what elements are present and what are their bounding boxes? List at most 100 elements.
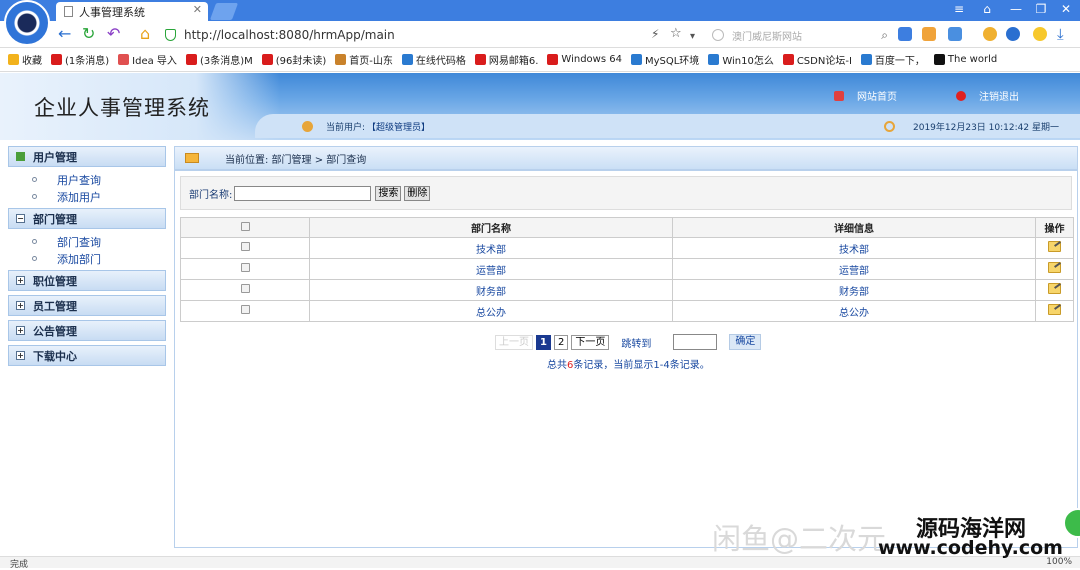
arrow-icon	[185, 153, 199, 163]
department-name-cell[interactable]: 运营部	[309, 258, 673, 280]
jump-confirm-button[interactable]: 确定	[729, 334, 762, 350]
undo-icon[interactable]: ↶	[107, 25, 120, 43]
sidebar-section-label: 下载中心	[33, 349, 77, 363]
bookmark-item[interactable]: 百度一下，	[860, 52, 925, 67]
menu-icon[interactable]: ≡	[949, 2, 969, 16]
sidebar-section-header[interactable]: + 下载中心	[8, 345, 166, 366]
bookmark-label: (3条消息)M	[199, 56, 253, 67]
jump-page-input[interactable]	[673, 334, 718, 350]
department-detail-cell[interactable]: 总公办	[672, 300, 1036, 322]
edit-icon[interactable]	[1048, 304, 1061, 315]
sidebar-section-header[interactable]: + 员工管理	[8, 295, 166, 316]
bookmark-label: (96封未读)	[275, 56, 327, 67]
new-tab-button[interactable]	[209, 3, 239, 20]
bookmark-item[interactable]: Windows 64	[547, 54, 622, 65]
bullet-icon	[32, 177, 37, 182]
sidebar-item-label: 用户查询	[57, 173, 101, 187]
extension-icon[interactable]	[898, 27, 912, 41]
user-icon	[302, 121, 313, 132]
department-name-cell[interactable]: 财务部	[309, 279, 673, 301]
bookmark-favicon-icon	[933, 54, 945, 65]
sidebar-section-label: 公告管理	[33, 324, 77, 338]
search-icon[interactable]: ⌕	[881, 28, 888, 43]
bookmark-favicon-icon	[474, 54, 486, 65]
logout-link[interactable]: 注销退出	[956, 88, 1019, 103]
delete-button[interactable]: 删除	[404, 185, 431, 201]
maximize-icon[interactable]: ❐	[1031, 2, 1051, 16]
bookmark-ext-icon[interactable]	[922, 27, 936, 41]
bookmark-item[interactable]: MySQL环境	[630, 52, 700, 67]
close-tab-icon[interactable]: ✕	[193, 3, 202, 16]
row-checkbox[interactable]	[240, 263, 250, 272]
bookmark-item[interactable]: 在线代码格	[401, 52, 466, 67]
bookmark-item[interactable]: 首页-山东	[335, 52, 393, 67]
row-checkbox[interactable]	[240, 305, 250, 314]
key-icon[interactable]	[983, 27, 997, 41]
bullet-icon	[32, 194, 37, 199]
shirt-icon[interactable]: ⌂	[977, 2, 997, 16]
bookmarks-bar: 收藏 (1条消息) Idea 导入 (3条消息)M (96封未读) 首页-山东 在线代码格 网…	[0, 48, 1080, 72]
department-name-cell[interactable]: 技术部	[309, 237, 673, 259]
table-header-row: 部门名称 详细信息 操作	[180, 217, 1074, 238]
department-detail-cell[interactable]: 运营部	[672, 258, 1036, 280]
department-detail-cell[interactable]: 技术部	[672, 237, 1036, 259]
bookmark-item[interactable]: 收藏	[8, 52, 42, 67]
department-name-cell[interactable]: 总公办	[309, 300, 673, 322]
select-all-checkbox[interactable]	[240, 221, 250, 231]
sidebar-section-label: 用户管理	[33, 150, 77, 164]
smile-icon[interactable]	[1033, 27, 1047, 41]
sidebar-section-header[interactable]: + 职位管理	[8, 270, 166, 291]
page-1-button[interactable]: 1	[536, 334, 551, 350]
bookmark-item[interactable]: (1条消息)	[51, 52, 109, 67]
refresh-icon[interactable]: ↻	[82, 25, 95, 43]
edit-icon[interactable]	[1048, 262, 1061, 273]
url-field[interactable]: http://localhost:8080/hrmApp/main	[165, 26, 695, 44]
star-icon[interactable]: ☆	[670, 25, 682, 43]
next-page-button[interactable]: 下一页	[571, 334, 610, 350]
tab-title: 人事管理系统	[79, 5, 145, 19]
download-icon[interactable]: ⤓	[1057, 25, 1064, 43]
bolt-icon[interactable]: ⚡	[651, 25, 659, 43]
dropdown-icon[interactable]: ▾	[690, 28, 695, 46]
row-checkbox[interactable]	[240, 242, 250, 251]
bookmark-item[interactable]: (3条消息)M	[185, 52, 253, 67]
pagination: 上一页 1 2 下一页 跳转到 确定	[495, 334, 762, 350]
sidebar-item[interactable]: 用户查询	[8, 171, 166, 188]
sidebar-section-label: 职位管理	[33, 274, 77, 288]
sidebar-section-label: 部门管理	[33, 212, 77, 226]
bookmark-item[interactable]: Idea 导入	[118, 52, 177, 67]
sidebar-item[interactable]: 添加用户	[8, 188, 166, 205]
globe-icon[interactable]	[1006, 27, 1020, 41]
sidebar-section-header[interactable]: + 公告管理	[8, 320, 166, 341]
bookmark-favicon-icon	[185, 54, 197, 65]
sidebar-section-header[interactable]: 用户管理	[8, 146, 166, 167]
browser-tab-bar: 人事管理系统 ✕ ≡ ⌂ — ❐ ✕	[0, 0, 1080, 21]
bookmark-item[interactable]: The world	[933, 54, 997, 65]
table-row: 财务部 财务部	[180, 279, 1074, 301]
department-detail-cell[interactable]: 财务部	[672, 279, 1036, 301]
search-button[interactable]: 搜索	[375, 185, 402, 201]
edit-icon[interactable]	[1048, 283, 1061, 294]
prev-page-button[interactable]: 上一页	[495, 334, 533, 350]
bookmark-item[interactable]: Win10怎么	[708, 52, 774, 67]
bookmark-item[interactable]: CSDN论坛-I	[782, 52, 852, 67]
page-2-button[interactable]: 2	[553, 334, 569, 350]
back-icon[interactable]: ←	[58, 25, 71, 43]
bookmark-item[interactable]: 网易邮箱6.	[474, 52, 538, 67]
edit-icon[interactable]	[1048, 241, 1061, 252]
close-window-icon[interactable]: ✕	[1056, 2, 1076, 16]
sidebar-section-header[interactable]: − 部门管理	[8, 208, 166, 229]
home-link[interactable]: 网站首页	[834, 88, 897, 103]
home-icon[interactable]: ⌂	[140, 25, 150, 43]
sidebar-item[interactable]: 添加部门	[8, 250, 166, 267]
search-field[interactable]: 澳门威尼斯网站 ⌕	[712, 26, 888, 44]
minimize-icon[interactable]: —	[1006, 2, 1026, 16]
sidebar-item[interactable]: 部门查询	[8, 233, 166, 250]
scissors-icon[interactable]	[948, 27, 962, 41]
department-name-input[interactable]	[234, 185, 372, 201]
browser-tab[interactable]: 人事管理系统 ✕	[56, 2, 208, 21]
datetime-info: 2019年12月23日 10:12:42 星期一	[884, 120, 1059, 133]
bookmark-item[interactable]: (96封未读)	[261, 52, 327, 67]
row-checkbox[interactable]	[240, 284, 250, 293]
bookmark-label: MySQL环境	[644, 56, 700, 67]
